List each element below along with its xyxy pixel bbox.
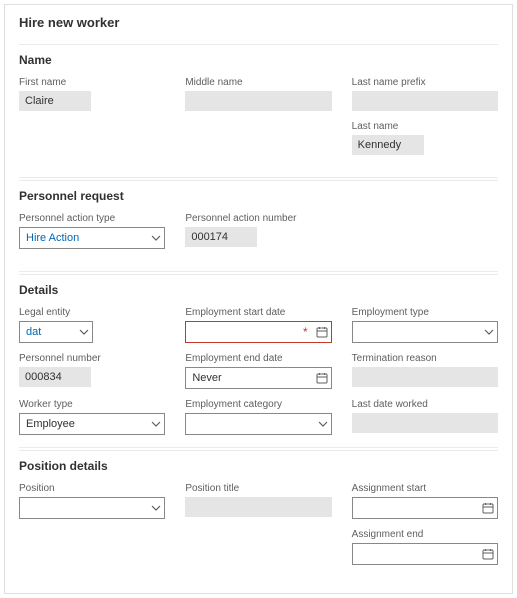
assignment-end-label: Assignment end [352, 529, 498, 540]
employment-start-value [185, 321, 331, 343]
employment-type-label: Employment type [352, 307, 498, 318]
personnel-action-number-label: Personnel action number [185, 213, 331, 224]
section-position-title: Position details [19, 459, 498, 473]
section-details: Details Legal entity dat Employment star… [19, 274, 498, 448]
employment-category-label: Employment category [185, 399, 331, 410]
employment-category-select[interactable] [185, 413, 331, 435]
assignment-start-value [352, 497, 498, 519]
middle-name-value [185, 91, 331, 111]
legal-entity-select[interactable]: dat [19, 321, 93, 343]
position-label: Position [19, 483, 165, 494]
employment-end-value: Never [185, 367, 331, 389]
section-personnel-title: Personnel request [19, 189, 498, 203]
employment-category-value [185, 413, 331, 435]
termination-reason-label: Termination reason [352, 353, 498, 364]
last-name-prefix-label: Last name prefix [352, 77, 498, 88]
last-name-prefix-value [352, 91, 498, 111]
section-position: Position details Position Position title… [19, 450, 498, 577]
position-value [19, 497, 165, 519]
last-date-worked-value [352, 413, 498, 433]
section-name-title: Name [19, 53, 498, 67]
employment-start-label: Employment start date [185, 307, 331, 318]
assignment-end-input[interactable] [352, 543, 498, 565]
worker-type-value: Employee [19, 413, 165, 435]
position-title-value [185, 497, 331, 517]
first-name-label: First name [19, 77, 165, 88]
position-title-label: Position title [185, 483, 331, 494]
termination-reason-value [352, 367, 498, 387]
last-date-worked-label: Last date worked [352, 399, 498, 410]
personnel-action-number-value: 000174 [185, 227, 257, 247]
employment-type-select[interactable] [352, 321, 498, 343]
section-name: Name First name Claire Middle name Last … [19, 44, 498, 178]
personnel-number-value: 000834 [19, 367, 91, 387]
assignment-end-value [352, 543, 498, 565]
worker-type-select[interactable]: Employee [19, 413, 165, 435]
personnel-action-type-select[interactable]: Hire Action [19, 227, 165, 249]
assignment-start-label: Assignment start [352, 483, 498, 494]
legal-entity-value: dat [19, 321, 93, 343]
middle-name-label: Middle name [185, 77, 331, 88]
personnel-number-label: Personnel number [19, 353, 165, 364]
assignment-start-input[interactable] [352, 497, 498, 519]
employment-end-input[interactable]: Never [185, 367, 331, 389]
employment-start-input[interactable]: * [185, 321, 331, 343]
last-name-label: Last name [352, 121, 498, 132]
worker-type-label: Worker type [19, 399, 165, 410]
employment-end-label: Employment end date [185, 353, 331, 364]
section-details-title: Details [19, 283, 498, 297]
personnel-action-type-value: Hire Action [19, 227, 165, 249]
section-personnel: Personnel request Personnel action type … [19, 180, 498, 272]
first-name-value: Claire [19, 91, 91, 111]
personnel-action-type-label: Personnel action type [19, 213, 165, 224]
required-indicator-icon: * [303, 326, 308, 338]
last-name-value: Kennedy [352, 135, 424, 155]
employment-type-value [352, 321, 498, 343]
page-title: Hire new worker [19, 15, 498, 30]
legal-entity-label: Legal entity [19, 307, 165, 318]
position-select[interactable] [19, 497, 165, 519]
